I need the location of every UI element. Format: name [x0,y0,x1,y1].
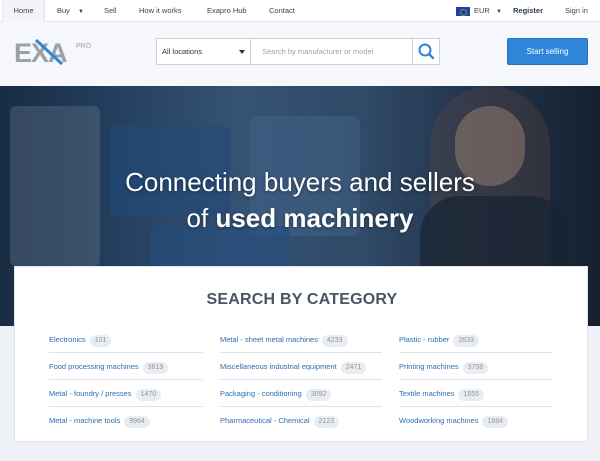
category-item[interactable]: Woodworking machines 1884 [399,407,553,434]
category-count: 4233 [321,335,348,347]
category-label: Printing machines [399,362,459,371]
category-item[interactable]: Pharmaceutical - Chemical 2123 [220,407,382,434]
eu-flag-icon [456,7,470,16]
category-item[interactable]: Electronics 101 [49,326,203,353]
nav-how-it-works[interactable]: How it works [139,0,182,22]
caret-down-icon: ▼ [495,9,502,15]
category-label: Textile machines [399,389,455,398]
category-item[interactable]: Metal - foundry / presses 1470 [49,380,203,407]
category-label: Metal - machine tools [49,416,121,425]
currency-selector[interactable]: EUR ▼ [474,0,502,22]
hero-line-2-prefix: of [186,203,209,233]
signin-link[interactable]: Sign in [565,0,588,22]
location-value: All locations [162,47,203,56]
nav-buy[interactable]: Buy ▼ [57,0,84,22]
search-icon [418,43,435,60]
category-item[interactable]: Metal - sheet metal machines 4233 [220,326,382,353]
category-count: 2123 [313,416,340,428]
nav-contact[interactable]: Contact [269,0,295,22]
category-count: 101 [89,335,112,347]
category-label: Miscellaneous industrial equipment [220,362,337,371]
category-item[interactable]: Plastic - rubber 2633 [399,326,553,353]
category-count: 9964 [124,416,150,428]
category-item[interactable]: Miscellaneous industrial equipment 2471 [220,353,382,380]
currency-label: EUR [474,6,490,15]
category-label: Plastic - rubber [399,335,450,344]
nav-buy-label: Buy [57,6,70,15]
category-count: 1655 [458,389,485,401]
category-count: 2471 [340,362,367,374]
category-count: 2633 [453,335,480,347]
hero-line-2: of used machinery [0,200,600,236]
hero-line-1: Connecting buyers and sellers [125,167,475,197]
category-panel: SEARCH BY CATEGORY Electronics 101 Food p… [14,266,588,442]
category-label: Woodworking machines [399,416,479,425]
hero-line-2-bold: used machinery [215,203,414,233]
category-label: Pharmaceutical - Chemical [220,416,310,425]
category-label: Food processing machines [49,362,139,371]
location-select[interactable]: All locations [156,38,251,65]
category-label: Metal - sheet metal machines [220,335,318,344]
search-button[interactable] [412,38,440,65]
category-count: 1470 [135,389,162,401]
site-header: EXA PRO All locations Search by manufact… [0,22,600,86]
category-item[interactable]: Packaging - conditioning 3092 [220,380,382,407]
exapro-logo[interactable]: EXA PRO [14,34,96,70]
nav-home[interactable]: Home [2,0,45,22]
nav-hub[interactable]: Exapro Hub [207,0,247,22]
category-label: Packaging - conditioning [220,389,302,398]
category-title: SEARCH BY CATEGORY [206,291,398,308]
category-item[interactable]: Textile machines 1655 [399,380,553,407]
category-count: 3092 [305,389,332,401]
caret-down-icon: ▼ [78,9,84,15]
register-link[interactable]: Register [513,0,543,22]
category-count: 1884 [482,416,509,428]
top-nav: Home Buy ▼ Sell How it works Exapro Hub … [0,0,600,22]
start-selling-button[interactable]: Start selling [507,38,588,65]
category-item[interactable]: Printing machines 3758 [399,353,553,380]
category-item[interactable]: Metal - machine tools 9964 [49,407,203,434]
logo-sub: PRO [76,43,92,50]
hero-heading: Connecting buyers and sellers of used ma… [0,164,600,236]
category-label: Metal - foundry / presses [49,389,132,398]
category-label: Electronics [49,335,86,344]
category-item[interactable]: Food processing machines 3619 [49,353,203,380]
category-count: 3758 [462,362,489,374]
search-input[interactable]: Search by manufacturer or model [251,38,413,65]
category-count: 3619 [142,362,169,374]
dropdown-arrow-icon [239,50,245,54]
nav-sell[interactable]: Sell [104,0,117,22]
